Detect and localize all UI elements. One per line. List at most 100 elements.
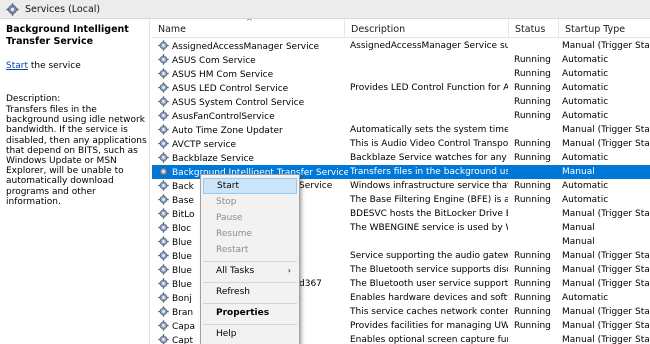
- menu-item-start[interactable]: Start: [203, 178, 297, 194]
- gear-icon: [158, 152, 169, 163]
- gear-icon: [158, 320, 169, 331]
- service-description-cell: [350, 110, 508, 122]
- gear-icon: [158, 138, 169, 149]
- menu-item-all-tasks[interactable]: All Tasks ›: [203, 263, 297, 279]
- service-startup-type-cell: Manual (Trigger Start): [562, 335, 650, 344]
- service-description-cell: AssignedAccessManager Service supp...: [350, 41, 508, 51]
- service-name: Bloc: [172, 224, 192, 234]
- service-name-cell: AssignedAccessManager Service: [158, 40, 348, 52]
- service-description-cell: The Base Filtering Engine (BFE) is a se.…: [350, 195, 508, 205]
- service-description-cell: [350, 236, 508, 248]
- menu-item-resume: Resume: [216, 229, 253, 239]
- column-header-startup-type[interactable]: Startup Type: [559, 19, 650, 38]
- column-description-label: Description: [351, 24, 406, 35]
- gear-icon: [158, 306, 169, 317]
- service-description-cell: Backblaze Service watches for any file .…: [350, 153, 508, 163]
- service-status-cell: [514, 40, 564, 52]
- service-description-cell: Service supporting the audio gateway ...: [350, 251, 508, 261]
- gear-icon: [158, 334, 169, 344]
- service-name: Backblaze Service: [172, 154, 254, 164]
- service-startup-type-cell: Manual (Trigger Start): [562, 251, 650, 261]
- service-name-cell: ASUS Com Service: [158, 54, 348, 66]
- service-name: Auto Time Zone Updater: [172, 126, 283, 136]
- table-row[interactable]: Backblaze Service Backblaze Service watch…: [152, 151, 650, 165]
- column-header-row: ^ Name Description Status Startup Type: [152, 19, 650, 38]
- gear-icon: [6, 3, 19, 16]
- service-startup-type-cell: Manual (Trigger Start): [562, 321, 650, 331]
- service-description-cell: BDESVC hosts the BitLocker Drive Encr...: [350, 209, 508, 219]
- service-name-cell: AVCTP service: [158, 138, 348, 150]
- service-action-suffix: the service: [28, 61, 81, 71]
- service-startup-type-cell: Automatic: [562, 181, 609, 191]
- service-description-pane: Background Intelligent Transfer Service …: [0, 19, 150, 344]
- service-name-cell: Backblaze Service: [158, 152, 348, 164]
- context-menu: Start Stop Pause Resume Restart All Task…: [200, 174, 300, 344]
- service-startup-type-cell: Manual (Trigger Start): [562, 125, 650, 135]
- gear-icon: [158, 194, 169, 205]
- table-row[interactable]: ASUS System Control Service Running Automa…: [152, 95, 650, 109]
- service-status-cell: Running: [514, 251, 551, 261]
- menu-item-help[interactable]: Help: [203, 326, 297, 342]
- gear-icon: [158, 110, 169, 121]
- service-startup-type-cell: Manual: [562, 223, 595, 233]
- service-startup-type-cell: Automatic: [562, 111, 609, 121]
- service-status-cell: [514, 208, 564, 220]
- service-name: Blue: [172, 238, 192, 248]
- service-status-cell: Running: [514, 279, 551, 289]
- service-startup-type-cell: Automatic: [562, 97, 609, 107]
- gear-icon: [158, 208, 169, 219]
- service-name: ASUS Com Service: [172, 56, 256, 66]
- description-label: Description:: [6, 94, 61, 104]
- start-service-link[interactable]: Start: [6, 61, 28, 71]
- menu-item-properties[interactable]: Properties: [203, 305, 297, 321]
- service-description-cell: Enables hardware devices and software...: [350, 293, 508, 303]
- gear-icon: [158, 54, 169, 65]
- table-row[interactable]: ASUS HM Com Service Running Automatic: [152, 67, 650, 81]
- service-description-cell: This is Audio Video Control Transport ..…: [350, 139, 508, 149]
- column-status-label: Status: [515, 24, 546, 35]
- service-status-cell: Running: [514, 293, 551, 303]
- menu-separator: [203, 324, 297, 325]
- service-startup-type-cell: Manual (Trigger Start): [562, 209, 650, 219]
- table-row[interactable]: AssignedAccessManager Service AssignedAcc…: [152, 39, 650, 53]
- table-row[interactable]: ASUS LED Control Service Provides LED Con…: [152, 81, 650, 95]
- service-description-cell: Provides LED Control Function for ASU...: [350, 83, 508, 93]
- column-startup-type-label: Startup Type: [565, 24, 626, 35]
- service-name-tail: Service: [299, 181, 333, 191]
- service-name: BitLo: [172, 210, 195, 220]
- service-startup-type-cell: Automatic: [562, 83, 609, 93]
- column-name-label: Name: [158, 24, 187, 35]
- service-startup-type-cell: Manual: [562, 167, 595, 177]
- service-description-cell: The Bluetooth user service supports pr..…: [350, 279, 508, 289]
- service-description-cell: Automatically sets the system time zo...: [350, 125, 508, 135]
- service-startup-type-cell: Manual: [562, 237, 595, 247]
- service-status-cell: Running: [514, 83, 551, 93]
- service-description-cell: [350, 96, 508, 108]
- service-status-cell: Running: [514, 153, 551, 163]
- table-row[interactable]: AVCTP service This is Audio Video Control…: [152, 137, 650, 151]
- table-row[interactable]: AsusFanControlService Running Automatic: [152, 109, 650, 123]
- service-name: Base: [172, 196, 194, 206]
- gear-icon: [158, 124, 169, 135]
- service-status-cell: Running: [514, 97, 551, 107]
- menu-item-refresh[interactable]: Refresh: [203, 284, 297, 300]
- table-row[interactable]: ASUS Com Service Running Automatic: [152, 53, 650, 67]
- window-titlebar: Services (Local): [0, 0, 650, 19]
- table-row[interactable]: Auto Time Zone Updater Automatically sets…: [152, 123, 650, 137]
- service-description-cell: Enables optional screen capture functi..…: [350, 335, 508, 344]
- service-name: Back: [172, 182, 194, 192]
- service-startup-type-cell: Automatic: [562, 69, 609, 79]
- service-status-cell: Running: [514, 139, 551, 149]
- gear-icon: [158, 40, 169, 51]
- menu-item-pause: Pause: [216, 213, 243, 223]
- column-header-status[interactable]: Status: [509, 19, 559, 38]
- service-description-cell: [350, 54, 508, 66]
- column-header-description[interactable]: Description: [345, 19, 509, 38]
- service-name-cell: AsusFanControlService: [158, 110, 348, 122]
- column-header-name[interactable]: ^ Name: [152, 19, 345, 38]
- menu-item-all-tasks-label: All Tasks: [216, 266, 255, 276]
- service-name: AVCTP service: [172, 140, 237, 150]
- menu-item-stop: Stop: [216, 197, 237, 207]
- service-status-cell: [514, 236, 564, 248]
- service-startup-type-cell: Automatic: [562, 55, 609, 65]
